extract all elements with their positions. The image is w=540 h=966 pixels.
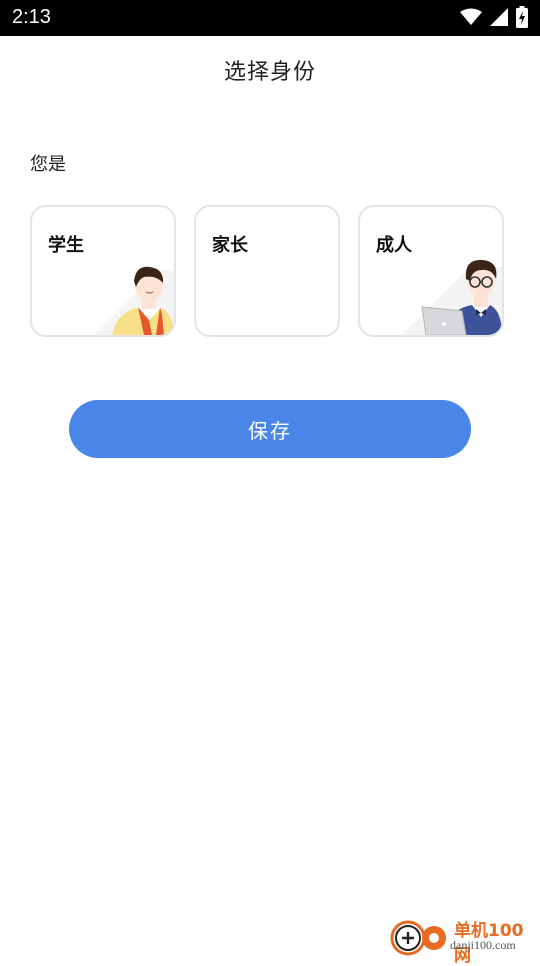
wifi-icon [460,8,482,26]
role-card-adult[interactable]: 成人 [358,205,504,337]
cellular-signal-icon [490,8,508,26]
role-label-student: 学生 [48,235,84,256]
role-card-student[interactable]: 学生 [30,205,176,337]
student-illustration [94,266,174,335]
watermark-domain: danji100.com [450,938,516,952]
status-bar: 2:13 [0,0,540,36]
status-icons [460,6,528,28]
status-time: 2:13 [12,6,51,28]
adult-illustration [402,259,502,335]
watermark-logo-icon [390,920,446,956]
role-card-parent[interactable]: 家长 [194,205,340,337]
role-label-parent: 家长 [212,235,248,256]
watermark: 单机100网 danji100.com [388,914,538,966]
section-label: 您是 [30,154,66,175]
save-button[interactable]: 保存 [69,400,471,458]
page-title: 选择身份 [223,60,316,85]
battery-charging-icon [516,6,528,28]
